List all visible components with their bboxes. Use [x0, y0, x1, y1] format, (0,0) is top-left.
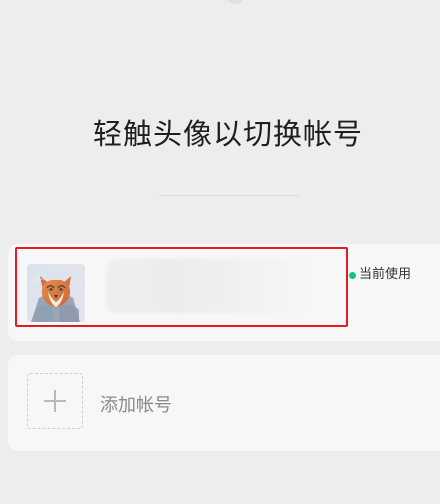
- current-status-label: 当前使用: [359, 267, 412, 282]
- add-account-icon-box[interactable]: [27, 373, 83, 429]
- current-account-card[interactable]: 当前使用: [8, 244, 440, 341]
- avatar-icon[interactable]: [27, 264, 85, 322]
- title-divider: [159, 195, 300, 196]
- plus-icon: [44, 390, 66, 412]
- add-account-label[interactable]: 添加帐号: [100, 395, 172, 417]
- blurred-account-name: [106, 259, 311, 313]
- page-title: 轻触头像以切换帐号: [92, 117, 363, 151]
- add-account-card[interactable]: 添加帐号: [8, 355, 440, 451]
- current-status-dot: [349, 272, 356, 279]
- top-decoration: [226, 0, 244, 4]
